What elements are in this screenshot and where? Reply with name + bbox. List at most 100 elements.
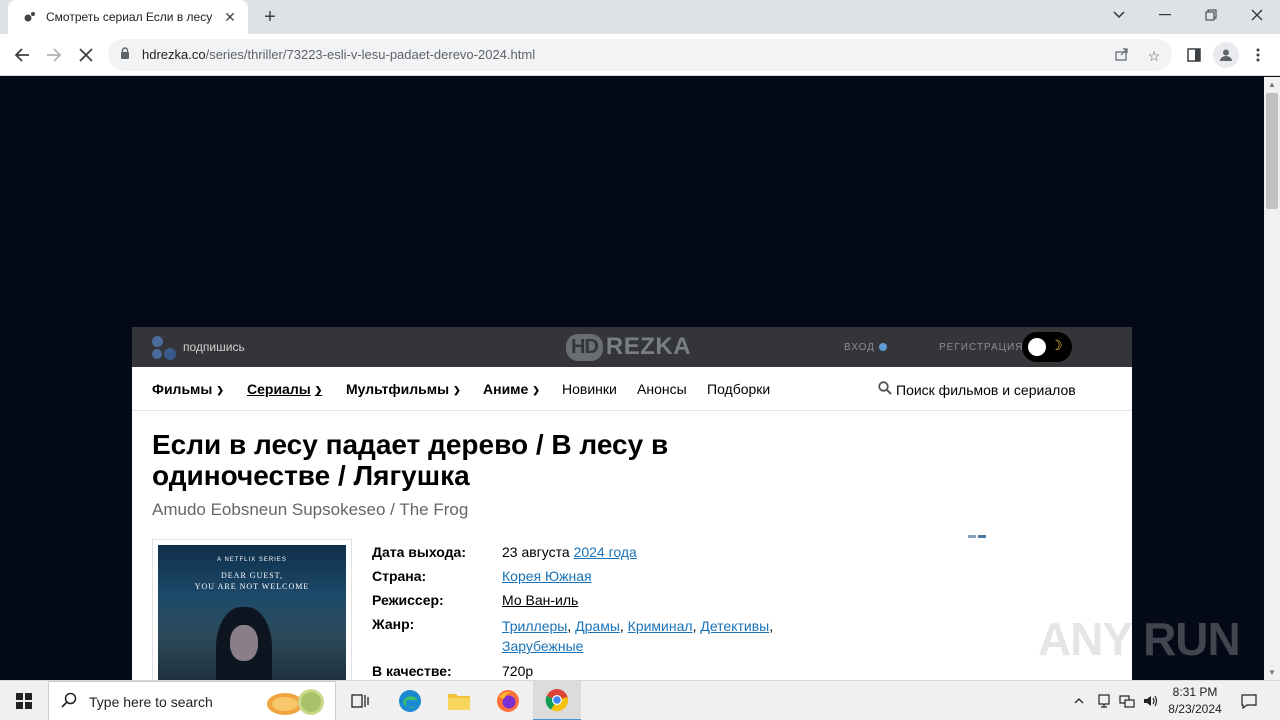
network-drive-icon[interactable]	[1093, 681, 1115, 720]
side-panel-icon[interactable]	[1181, 42, 1207, 68]
nav-anime-label: Аниме	[483, 381, 529, 397]
movie-content: Если в лесу падает дерево / В лесу в оди…	[132, 411, 1132, 680]
genre-link[interactable]: Драмы	[575, 618, 620, 634]
nav-anime[interactable]: Аниме ❯	[483, 381, 540, 397]
tab-search-icon[interactable]	[1096, 0, 1142, 30]
info-row-release: Дата выхода: 23 августа 2024 года	[372, 544, 792, 561]
genre-link[interactable]: Зарубежные	[502, 638, 583, 654]
nav-new[interactable]: Новинки	[562, 381, 617, 397]
loading-indicator	[968, 535, 988, 538]
file-explorer-icon[interactable]	[435, 681, 483, 720]
chevron-down-icon: ❯	[532, 385, 540, 395]
chevron-down-icon: ❯	[314, 385, 323, 395]
genre-link[interactable]: Детективы	[700, 618, 769, 634]
browser-toolbar: hdrezka.co/series/thriller/73223-esli-v-…	[0, 34, 1280, 76]
page-scrollbar[interactable]: ▲ ▼	[1264, 77, 1280, 680]
minimize-button[interactable]	[1142, 0, 1188, 30]
share-icon[interactable]	[1112, 46, 1132, 66]
nav-films[interactable]: Фильмы ❯	[152, 381, 224, 397]
poster-image: A NETFLIX SERIES DEAR GUEST, YOU ARE NOT…	[158, 545, 346, 680]
site-logo[interactable]: HD REZKA	[566, 332, 691, 362]
firefox-icon[interactable]	[484, 681, 532, 720]
chevron-down-icon: ❯	[453, 385, 461, 395]
genre-link[interactable]: Триллеры	[502, 618, 567, 634]
site-container: подпишись HD REZKA ВХОД РЕГИСТРАЦИЯ ☽ Фи…	[132, 327, 1132, 680]
login-link[interactable]: ВХОД	[844, 342, 887, 353]
director-link[interactable]: Мо Ван-иль	[502, 592, 578, 608]
info-row-country: Страна: Корея Южная	[372, 568, 792, 585]
register-link[interactable]: РЕГИСТРАЦИЯ	[939, 342, 1023, 353]
browser-tab[interactable]: Смотреть сериал Если в лесу п ✕	[8, 0, 248, 34]
chevron-down-icon: ❯	[216, 385, 224, 395]
profile-avatar-icon[interactable]	[1213, 42, 1239, 68]
info-row-quality: В качестве: 720p	[372, 663, 792, 680]
login-label: ВХОД	[844, 342, 875, 353]
search-placeholder: Type here to search	[89, 694, 213, 710]
release-year-link[interactable]: 2024 года	[574, 544, 637, 560]
director-label: Режиссер:	[372, 592, 444, 608]
subscribe-link[interactable]: подпишись	[183, 340, 245, 354]
poster[interactable]: A NETFLIX SERIES DEAR GUEST, YOU ARE NOT…	[152, 539, 352, 680]
poster-figure-face	[230, 625, 258, 661]
nav-collections[interactable]: Подборки	[707, 381, 770, 397]
movie-info: Дата выхода: 23 августа 2024 года Страна…	[372, 544, 792, 680]
taskbar-search[interactable]: Type here to search	[48, 681, 336, 720]
site-search[interactable]: Поиск фильмов и сериалов	[878, 381, 1076, 398]
system-clock[interactable]: 8:31 PM 8/23/2024	[1160, 684, 1230, 718]
address-bar[interactable]: hdrezka.co/series/thriller/73223-esli-v-…	[108, 39, 1172, 71]
nav-announcements[interactable]: Анонсы	[637, 381, 687, 397]
scroll-thumb[interactable]	[1266, 93, 1278, 209]
genre-label: Жанр:	[372, 616, 415, 632]
nav-cartoons-label: Мультфильмы	[346, 381, 450, 397]
poster-badge: A NETFLIX SERIES	[217, 557, 287, 563]
anyrun-watermark: ANY RUN	[1038, 613, 1241, 665]
notifications-icon[interactable]	[1234, 681, 1264, 720]
info-row-director: Режиссер: Мо Ван-иль	[372, 592, 792, 609]
login-dot-icon	[878, 343, 887, 351]
task-view-icon[interactable]	[336, 681, 384, 720]
tab-strip: Смотреть сериал Если в лесу п ✕ +	[0, 0, 1280, 34]
volume-icon[interactable]	[1140, 681, 1162, 720]
moon-icon: ☽	[1050, 337, 1063, 353]
url-text: hdrezka.co/series/thriller/73223-esli-v-…	[142, 47, 535, 62]
subscribe-icon[interactable]	[152, 336, 176, 360]
lock-icon[interactable]	[120, 47, 130, 62]
network-icon[interactable]	[1116, 681, 1138, 720]
start-button[interactable]	[0, 681, 48, 720]
theme-toggle[interactable]: ☽	[1022, 332, 1072, 362]
nav-series-label: Сериалы	[247, 381, 311, 397]
url-path: /series/thriller/73223-esli-v-lesu-padae…	[205, 47, 536, 62]
site-nav: Фильмы ❯ Сериалы ❯ Мультфильмы ❯ Аниме ❯ Нов…	[132, 367, 1132, 411]
search-label: Поиск фильмов и сериалов	[896, 382, 1076, 398]
menu-kebab-icon[interactable]	[1245, 42, 1271, 68]
poster-tagline-line1: DEAR GUEST,	[221, 571, 283, 580]
restore-button[interactable]	[1188, 0, 1234, 30]
clock-time: 8:31 PM	[1172, 685, 1218, 699]
page-title: Если в лесу падает дерево / В лесу в оди…	[152, 429, 669, 491]
country-link[interactable]: Корея Южная	[502, 568, 592, 584]
quality-label: В качестве:	[372, 663, 452, 679]
tray-overflow-icon[interactable]	[1068, 681, 1090, 720]
page-viewport: подпишись HD REZKA ВХОД РЕГИСТРАЦИЯ ☽ Фи…	[0, 77, 1264, 680]
genre-link[interactable]: Криминал	[628, 618, 693, 634]
site-top-bar: подпишись HD REZKA ВХОД РЕГИСТРАЦИЯ ☽	[132, 327, 1132, 367]
scroll-up-icon[interactable]: ▲	[1268, 80, 1276, 89]
stop-loading-icon[interactable]	[73, 42, 99, 68]
bookmark-star-icon[interactable]: ☆	[1144, 46, 1164, 66]
back-button[interactable]	[9, 42, 35, 68]
nav-cartoons[interactable]: Мультфильмы ❯	[346, 381, 461, 397]
release-label: Дата выхода:	[372, 544, 466, 560]
forward-button[interactable]	[41, 42, 67, 68]
release-value: 23 августа 2024 года	[502, 544, 637, 561]
nav-series[interactable]: Сериалы ❯	[247, 381, 322, 397]
chrome-icon[interactable]	[533, 681, 581, 720]
scroll-down-icon[interactable]: ▼	[1268, 668, 1276, 677]
search-icon	[878, 381, 892, 398]
tab-close-icon[interactable]: ✕	[222, 9, 238, 25]
edge-icon[interactable]	[386, 681, 434, 720]
new-tab-button[interactable]: +	[258, 5, 282, 29]
clock-date: 8/23/2024	[1168, 702, 1222, 716]
windows-logo-icon	[16, 693, 32, 709]
logo-rezka: REZKA	[605, 333, 692, 360]
close-window-button[interactable]	[1234, 0, 1280, 30]
